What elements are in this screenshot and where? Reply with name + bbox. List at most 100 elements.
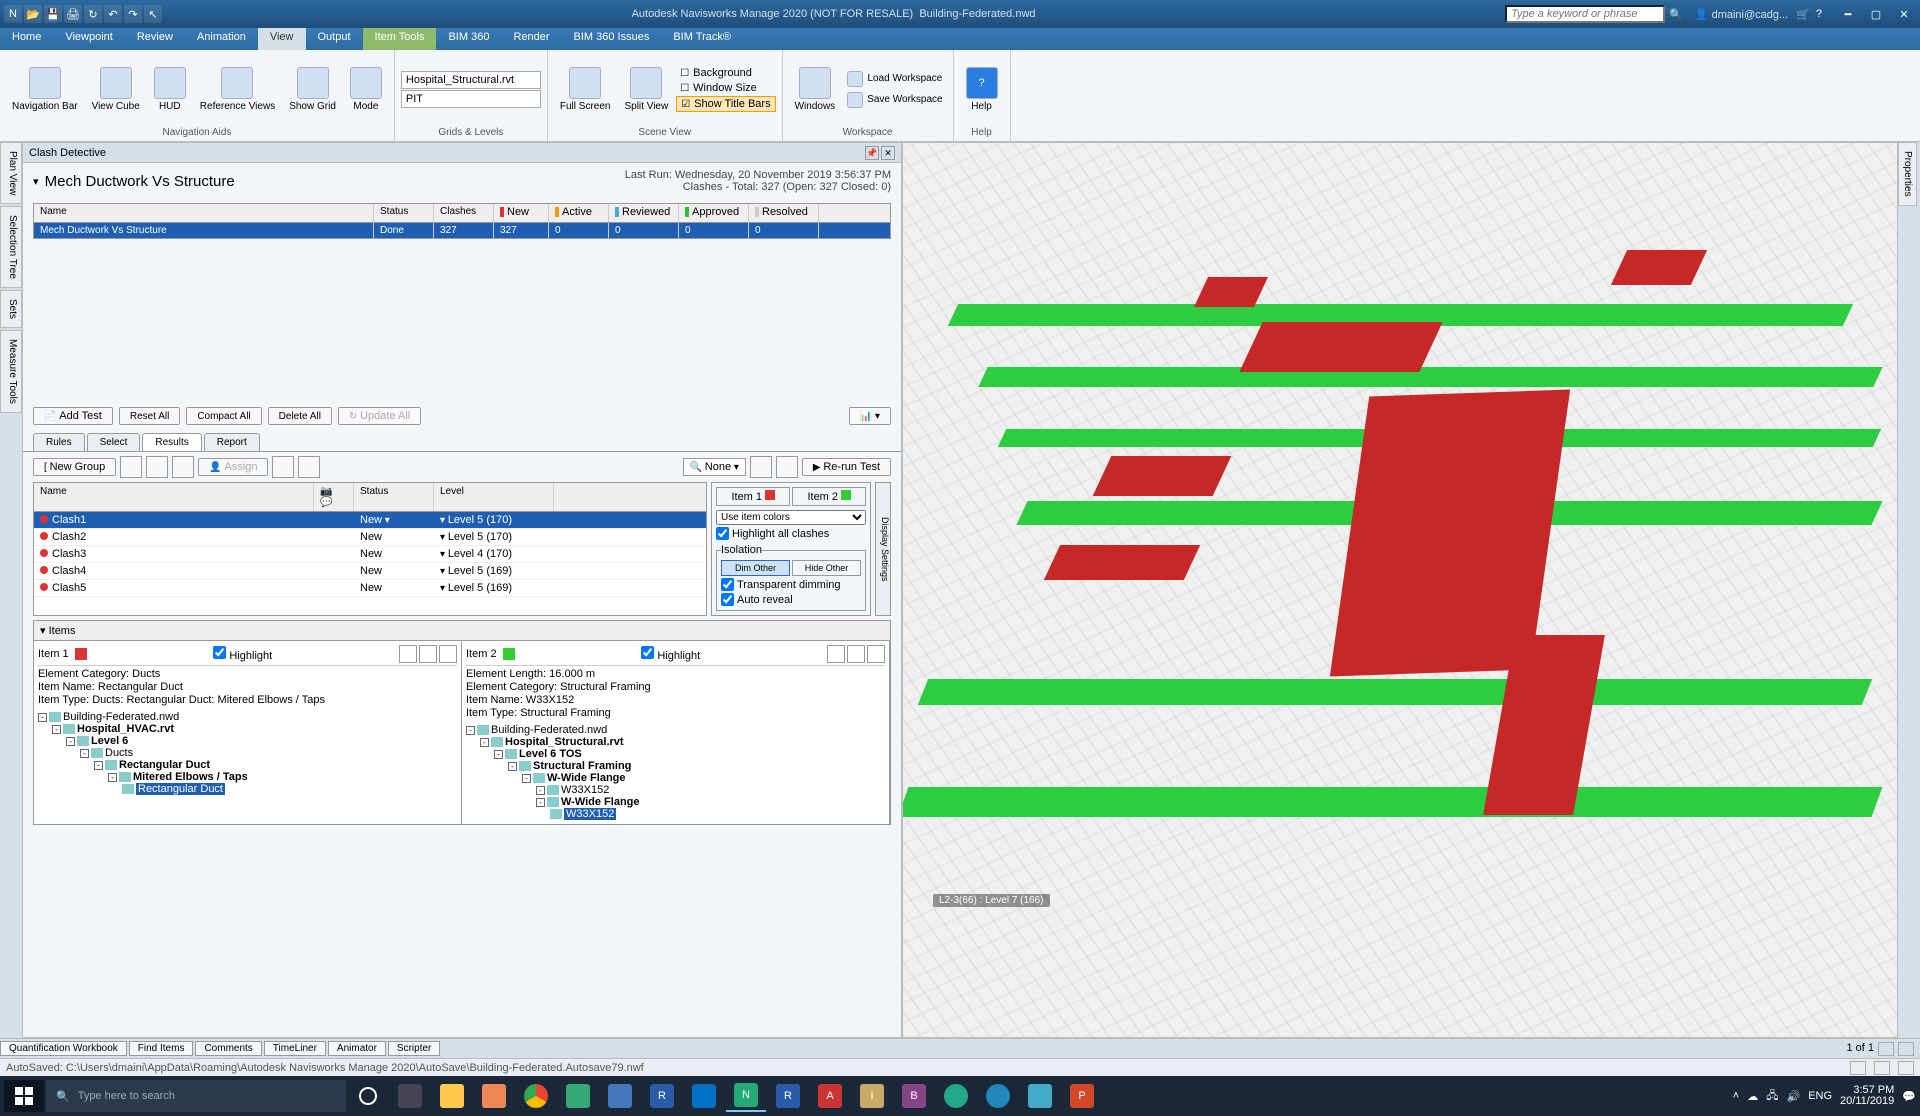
item2-tree[interactable]: -Building-Federated.nwd -Hospital_Struct… — [466, 724, 885, 820]
update-all-button[interactable]: ↻ Update All — [338, 407, 421, 425]
undo-icon[interactable]: ↶ — [104, 5, 122, 23]
close-panel-icon[interactable]: ✕ — [881, 146, 895, 160]
pin-icon[interactable]: 📌 — [865, 146, 879, 160]
grid-file-dropdown[interactable]: Hospital_Structural.rvt — [401, 71, 541, 89]
reference-views-button[interactable]: Reference Views — [194, 63, 281, 116]
start-button[interactable] — [4, 1080, 44, 1112]
user-account[interactable]: 👤 dmaini@cadg... — [1695, 8, 1788, 21]
item1-highlight-check[interactable]: Highlight — [213, 646, 272, 662]
redo-icon[interactable]: ↷ — [124, 5, 142, 23]
windows-button[interactable]: Windows — [789, 63, 842, 116]
select-icon[interactable]: ↖ — [144, 5, 162, 23]
close-button[interactable]: ✕ — [1892, 5, 1916, 23]
file-explorer-icon[interactable] — [432, 1080, 472, 1112]
app-icon[interactable] — [474, 1080, 514, 1112]
th-result-name[interactable]: Name — [34, 483, 314, 511]
ie-icon[interactable] — [936, 1080, 976, 1112]
select-tab[interactable]: Select — [87, 433, 141, 451]
assign-button[interactable]: 👤 Assign — [198, 458, 268, 476]
tab-view[interactable]: View — [258, 28, 306, 50]
setting2-icon[interactable] — [776, 456, 798, 478]
th-result-level[interactable]: Level — [434, 483, 554, 511]
animator-tab[interactable]: Animator — [328, 1041, 386, 1056]
timeliner-tab[interactable]: TimeLiner — [264, 1041, 326, 1056]
search-icon[interactable]: 🔍 — [1669, 8, 1683, 21]
view-cube-button[interactable]: View Cube — [86, 63, 146, 116]
clash-row[interactable]: Clash2 New ▾ Level 5 (170) — [34, 529, 706, 546]
explode-icon[interactable] — [172, 456, 194, 478]
scripter-tab[interactable]: Scripter — [388, 1041, 440, 1056]
system-tray[interactable]: ˄ ☁ 🖧 🔊 ENG 3:57 PM 20/11/2019 💬 — [1733, 1085, 1916, 1107]
outlook-icon[interactable] — [684, 1080, 724, 1112]
tab-bim360[interactable]: BIM 360 — [436, 28, 501, 50]
export-button[interactable]: 📊 ▾ — [849, 407, 891, 425]
item2-tab[interactable]: Item 2 — [792, 487, 866, 506]
auto-reveal-check[interactable]: Auto reveal — [721, 593, 861, 606]
filter-icon[interactable] — [298, 456, 320, 478]
network-icon[interactable]: 🖧 — [1766, 1087, 1778, 1106]
items-header[interactable]: Items — [49, 625, 76, 637]
open-icon[interactable]: 📂 — [24, 5, 42, 23]
report-tab[interactable]: Report — [204, 433, 260, 451]
results-tab[interactable]: Results — [142, 433, 201, 451]
reset-all-button[interactable]: Reset All — [119, 407, 180, 425]
back-icon[interactable] — [419, 645, 437, 663]
group-icon[interactable] — [120, 456, 142, 478]
rules-tab[interactable]: Rules — [33, 433, 85, 451]
comments-tab[interactable]: Comments — [195, 1041, 261, 1056]
refresh-icon[interactable]: ↻ — [84, 5, 102, 23]
item1-tab[interactable]: Item 1 — [716, 487, 790, 506]
full-screen-button[interactable]: Full Screen — [554, 63, 617, 116]
app-menu-icon[interactable]: N — [4, 5, 22, 23]
tray-chevron-icon[interactable]: ˄ — [1733, 1090, 1739, 1102]
tab-item-tools[interactable]: Item Tools — [363, 28, 437, 50]
select-item-icon[interactable] — [867, 645, 885, 663]
maximize-button[interactable]: ▢ — [1864, 5, 1888, 23]
tab-bim360-issues[interactable]: BIM 360 Issues — [562, 28, 662, 50]
measure-tools-tab[interactable]: Measure Tools — [0, 330, 22, 413]
load-workspace-button[interactable]: Load Workspace — [843, 69, 946, 89]
th-resolved[interactable]: Resolved — [749, 204, 819, 222]
3d-viewport[interactable]: L2-3(66) : Level 7 (166) — [902, 142, 1898, 1038]
tab-output[interactable]: Output — [306, 28, 363, 50]
clash-row[interactable]: Clash4 New ▾ Level 5 (169) — [34, 563, 706, 580]
revit-icon[interactable]: R — [642, 1080, 682, 1112]
save-workspace-button[interactable]: Save Workspace — [843, 90, 946, 110]
delete-all-button[interactable]: Delete All — [268, 407, 332, 425]
th-clashes[interactable]: Clashes — [434, 204, 494, 222]
hud-button[interactable]: HUD — [148, 63, 192, 116]
th-approved[interactable]: Approved — [679, 204, 749, 222]
navigation-bar-button[interactable]: Navigation Bar — [6, 63, 84, 116]
print-icon[interactable]: 🖨 — [64, 5, 82, 23]
save-icon[interactable]: 💾 — [44, 5, 62, 23]
select-item-icon[interactable] — [439, 645, 457, 663]
tab-home[interactable]: Home — [0, 28, 53, 50]
window-size-check[interactable]: ☐ Window Size — [676, 81, 775, 95]
highlight-all-check[interactable]: Highlight all clashes — [716, 527, 866, 540]
th-status[interactable]: Status — [374, 204, 434, 222]
find-items-tab[interactable]: Find Items — [129, 1041, 194, 1056]
rerun-test-button[interactable]: ▶ Re-run Test — [802, 458, 891, 476]
minimize-button[interactable]: ━ — [1836, 5, 1860, 23]
help-button[interactable]: ?Help — [960, 63, 1004, 116]
th-reviewed[interactable]: Reviewed — [609, 204, 679, 222]
sheet-browser-icon[interactable] — [1878, 1042, 1894, 1056]
display-settings-handle[interactable]: Display Settings — [875, 482, 891, 616]
clock[interactable]: 3:57 PM 20/11/2019 — [1840, 1085, 1894, 1107]
new-group-button[interactable]: [ New Group — [33, 458, 116, 476]
revit-icon[interactable]: R — [768, 1080, 808, 1112]
focus-icon[interactable] — [399, 645, 417, 663]
item2-highlight-check[interactable]: Highlight — [641, 646, 700, 662]
test-row[interactable]: Mech Ductwork Vs Structure Done 327 327 … — [34, 223, 890, 238]
help-icon[interactable]: ? — [1816, 8, 1822, 20]
autocad-icon[interactable]: A — [810, 1080, 850, 1112]
filter-dropdown[interactable]: 🔍 None ▾ — [683, 458, 746, 476]
view-icon[interactable] — [1898, 1042, 1914, 1056]
taskbar-search[interactable]: 🔍 Type here to search — [46, 1080, 346, 1112]
split-view-button[interactable]: Split View — [618, 63, 674, 116]
hide-other-button[interactable]: Hide Other — [792, 560, 861, 576]
item1-tree[interactable]: -Building-Federated.nwd -Hospital_HVAC.r… — [38, 711, 457, 795]
chrome-icon[interactable] — [516, 1080, 556, 1112]
tab-viewpoint[interactable]: Viewpoint — [53, 28, 125, 50]
focus-icon[interactable] — [827, 645, 845, 663]
